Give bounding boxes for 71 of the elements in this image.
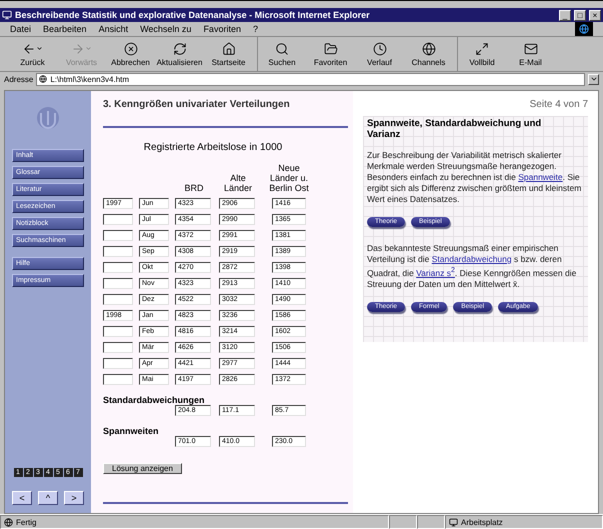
section-heading: 3. Kenngrößen univariater Verteilungen: [103, 99, 291, 110]
toolbar-button[interactable]: Abbrechen: [106, 37, 155, 71]
year-field[interactable]: [103, 358, 133, 369]
menu-item[interactable]: Favoriten: [203, 24, 241, 34]
folder-icon: [324, 42, 338, 56]
address-label: Adresse: [4, 74, 34, 84]
mail-icon: [524, 42, 538, 56]
info-paragraph: Zur Beschreibung der Variabilität metrisch skalierter Merkmale werden Streuungsmaße herangezogen. Besonders einfach zu berechnen ist die Spannweite. Sie ergibt sich als Differenz zwischen größtem und kleinstem Wert eines Datensatzes.: [367, 150, 582, 205]
toolbar-button[interactable]: Aktualisieren: [155, 37, 204, 71]
toolbar-button[interactable]: E-Mail: [506, 37, 555, 71]
menu-item[interactable]: Ansicht: [98, 24, 128, 34]
home-icon: [222, 42, 236, 56]
toolbar-button[interactable]: Favoriten: [306, 37, 355, 71]
nav-button[interactable]: ^: [38, 491, 58, 505]
fullscreen-icon: [475, 42, 489, 56]
toolbar-button[interactable]: Startseite: [204, 37, 253, 71]
status-text: Fertig: [0, 515, 389, 529]
window-control-button[interactable]: ×: [589, 10, 601, 20]
toolbar-button[interactable]: Verlauf: [355, 37, 404, 71]
zone-indicator: Arbeitsplatz: [445, 515, 603, 529]
nav-button[interactable]: >: [64, 491, 84, 505]
refresh-icon: [172, 42, 186, 56]
year-field[interactable]: [103, 278, 133, 289]
window-title: Beschreibende Statistik und explorative Datenanalyse - Microsoft Internet Explorer: [15, 10, 371, 20]
year-field[interactable]: [103, 326, 133, 337]
column-header: Neue Länder u. Berlin Ost: [268, 163, 310, 193]
solution-button[interactable]: Lösung anzeigen: [103, 463, 182, 474]
globe-icon: [422, 42, 436, 56]
year-field[interactable]: [103, 214, 133, 225]
page-icon: [39, 75, 48, 83]
info-paragraph: Das bekannteste Streuungsmaß einer empirischen Verteilung ist die Standardabweichung s bzw. deren Quadrat, die Varianz s$^{2}$. Diese Kenngrößen messen die Streuung der Daten um den Mittelwert x̄.: [367, 243, 578, 290]
glossary-link[interactable]: Spannweite: [518, 172, 563, 182]
clock-icon: [372, 42, 386, 56]
summary-label: Spannweiten: [103, 426, 160, 436]
computer-icon: [449, 518, 458, 526]
page-indicator: Seite 4 von 7: [530, 99, 588, 110]
toolbar-button[interactable]: Channels: [404, 37, 453, 71]
table-title: Registrierte Arbeitslose in 1000: [142, 142, 284, 153]
dropdown-button[interactable]: [588, 74, 599, 84]
column-header: BRD: [183, 183, 204, 193]
column-header: Alte Länder: [222, 173, 254, 193]
address-field[interactable]: L:\html\3\kenn3v4.htm: [36, 72, 585, 86]
year-field[interactable]: [103, 246, 133, 257]
menu-item[interactable]: Datei: [10, 24, 32, 34]
toolbar-button[interactable]: Vollbild: [457, 37, 506, 71]
toolbar-button[interactable]: Zurück: [8, 37, 57, 71]
caret-icon: [590, 75, 598, 83]
year-field[interactable]: [103, 374, 133, 385]
browser-logo-icon: [575, 22, 593, 36]
emblem-icon: [35, 105, 61, 131]
nav-button[interactable]: <: [12, 491, 32, 505]
year-field[interactable]: [103, 230, 133, 241]
menu-item[interactable]: ?: [252, 24, 258, 34]
glossary-link[interactable]: Standardabweichung: [432, 254, 512, 264]
window-control-button[interactable]: □: [574, 10, 586, 20]
year-field[interactable]: [103, 294, 133, 305]
page-icon: [4, 518, 13, 526]
info-heading: Spannweite, Standardabweichung und Varianz: [367, 118, 542, 140]
window-control-button[interactable]: _: [559, 10, 571, 20]
app-icon: [2, 10, 12, 20]
caret-icon: [36, 45, 43, 52]
toolbar-button[interactable]: Suchen: [257, 37, 306, 71]
caret-icon: [85, 45, 92, 52]
stop-icon: [124, 42, 138, 56]
menu-item[interactable]: Bearbeiten: [43, 24, 87, 34]
glossary-link[interactable]: Varianz s$^{2}$: [416, 268, 455, 278]
year-field[interactable]: [103, 342, 133, 353]
menu-item[interactable]: Wechseln zu: [140, 24, 192, 34]
summary-label: Standardabweichungen: [103, 395, 206, 405]
year-field[interactable]: [103, 262, 133, 273]
search-icon: [275, 42, 289, 56]
